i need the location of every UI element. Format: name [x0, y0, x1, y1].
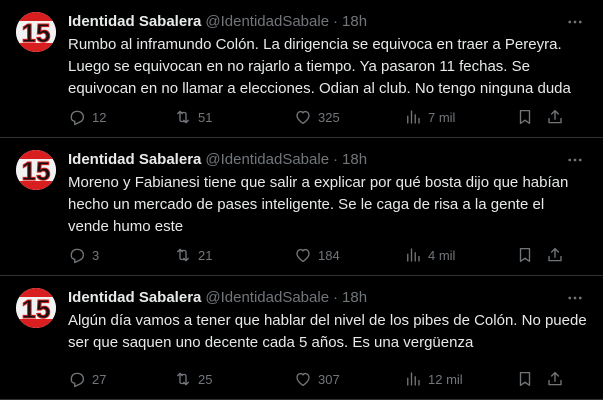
share-button[interactable] [546, 370, 566, 388]
views-count: 7 mil [428, 109, 456, 125]
tweet[interactable]: 15 Identidad Sabalera @IdentidadSabale ·… [0, 138, 603, 276]
heart-icon [296, 372, 310, 387]
retweet-icon [177, 110, 189, 124]
avatar-number: 15 [22, 156, 51, 186]
views-icon [407, 248, 420, 262]
retweet-icon [177, 372, 189, 386]
like-count: 184 [318, 247, 340, 263]
reply-button[interactable]: 12 [68, 108, 174, 126]
tweet[interactable]: 15 Identidad Sabalera @IdentidadSabale ·… [0, 0, 603, 138]
bookmark-icon [519, 109, 531, 125]
reply-icon [70, 248, 85, 264]
author-handle[interactable]: @IdentidadSabale [205, 150, 329, 170]
retweet-count: 51 [198, 109, 213, 125]
author-name[interactable]: Identidad Sabalera [68, 288, 201, 308]
tweet-content: Identidad Sabalera @IdentidadSabale · 18… [68, 288, 587, 354]
avatar[interactable]: 15 [16, 150, 56, 190]
bookmark-button[interactable] [516, 370, 546, 388]
views-button[interactable]: 12 mil [404, 370, 516, 388]
views-button[interactable]: 7 mil [404, 108, 516, 126]
tweet-content: Identidad Sabalera @IdentidadSabale · 18… [68, 12, 587, 100]
like-count: 307 [318, 371, 340, 387]
avatar[interactable]: 15 [16, 288, 56, 328]
views-count: 12 mil [428, 371, 463, 387]
retweet-button[interactable]: 21 [174, 246, 294, 264]
separator-dot: · [333, 151, 339, 168]
like-button[interactable]: 325 [294, 108, 404, 126]
reply-count: 12 [92, 109, 107, 125]
retweet-button[interactable]: 51 [174, 108, 294, 126]
more-options-button[interactable] [565, 288, 585, 308]
share-icon [548, 371, 562, 386]
author-handle[interactable]: @IdentidadSabale [205, 288, 329, 308]
more-options-button[interactable] [565, 150, 585, 170]
tweet-timestamp[interactable]: 18h [342, 12, 367, 32]
views-icon [407, 372, 420, 386]
like-button[interactable]: 184 [294, 246, 404, 264]
views-count: 4 mil [428, 247, 456, 263]
tweet-actions: 12 51 325 7 mil [68, 107, 587, 127]
tweet-content: Identidad Sabalera @IdentidadSabale · 18… [68, 150, 587, 238]
reply-icon [70, 110, 85, 126]
avatar-logo-icon: 15 [16, 150, 56, 190]
more-icon [568, 296, 582, 300]
avatar-logo-icon: 15 [16, 12, 56, 52]
separator-dot: · [333, 289, 339, 306]
tweet-timestamp[interactable]: 18h [342, 150, 367, 170]
tweet-header: Identidad Sabalera @IdentidadSabale · 18… [68, 288, 587, 308]
tweet-text: Algún día vamos a tener que hablar del n… [68, 312, 587, 351]
share-icon [548, 247, 562, 262]
share-button[interactable] [546, 108, 566, 126]
views-button[interactable]: 4 mil [404, 246, 516, 264]
avatar-logo-icon: 15 [16, 288, 56, 328]
author-name[interactable]: Identidad Sabalera [68, 12, 201, 32]
bookmark-button[interactable] [516, 108, 546, 126]
tweet-actions: 3 21 184 4 mil [68, 245, 587, 265]
share-icon [548, 109, 562, 124]
retweet-count: 25 [198, 371, 213, 387]
reply-icon [70, 372, 85, 388]
bookmark-icon [519, 371, 531, 387]
avatar-number: 15 [22, 18, 51, 48]
views-icon [407, 110, 420, 124]
tweet[interactable]: 15 Identidad Sabalera @IdentidadSabale ·… [0, 276, 603, 400]
avatar[interactable]: 15 [16, 12, 56, 52]
timeline-feed: 15 Identidad Sabalera @IdentidadSabale ·… [0, 0, 603, 400]
more-icon [568, 20, 582, 24]
heart-icon [296, 248, 310, 263]
tweet-actions: 27 25 307 12 mil [68, 369, 587, 389]
more-icon [568, 158, 582, 162]
tweet-timestamp[interactable]: 18h [342, 288, 367, 308]
tweet-text: Rumbo al inframundo Colón. La dirigencia… [68, 36, 571, 97]
retweet-icon [177, 248, 189, 262]
retweet-count: 21 [198, 247, 213, 263]
reply-count: 3 [92, 247, 100, 263]
author-name[interactable]: Identidad Sabalera [68, 150, 201, 170]
bookmark-icon [519, 247, 531, 263]
bookmark-button[interactable] [516, 246, 546, 264]
more-options-button[interactable] [565, 12, 585, 32]
reply-button[interactable]: 27 [68, 370, 174, 388]
like-button[interactable]: 307 [294, 370, 404, 388]
tweet-header: Identidad Sabalera @IdentidadSabale · 18… [68, 150, 587, 170]
reply-button[interactable]: 3 [68, 246, 174, 264]
retweet-button[interactable]: 25 [174, 370, 294, 388]
separator-dot: · [333, 13, 339, 30]
avatar-number: 15 [22, 294, 51, 324]
reply-count: 27 [92, 371, 107, 387]
like-count: 325 [318, 109, 340, 125]
author-handle[interactable]: @IdentidadSabale [205, 12, 329, 32]
tweet-text: Moreno y Fabianesi tiene que salir a exp… [68, 174, 569, 235]
share-button[interactable] [546, 246, 566, 264]
tweet-header: Identidad Sabalera @IdentidadSabale · 18… [68, 12, 587, 32]
heart-icon [296, 110, 310, 125]
